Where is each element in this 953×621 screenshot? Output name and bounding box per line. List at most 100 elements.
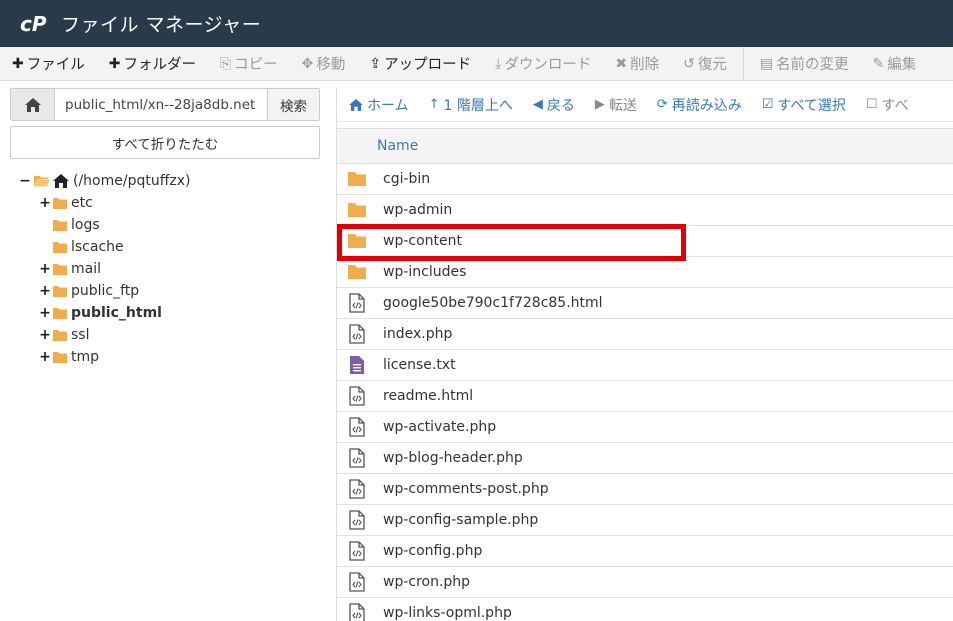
tree-item[interactable]: + public_html [18,302,318,324]
tree-item[interactable]: + etc [18,192,318,214]
toolbar-button-label: アップロード [384,57,472,73]
delete-icon: ✖ [615,55,628,72]
move-icon: ✥ [301,55,314,72]
toolbar-button-label: ファイル [26,57,85,73]
tree-item[interactable]: + tmp [18,346,318,368]
toolbar-button-label: フォルダー [123,57,196,73]
toolbar-button-5[interactable]: ⤓ ダウンロード [483,47,603,80]
pencil-icon: ✎ [872,55,885,72]
folder-icon [53,351,67,363]
folder-tree: − (/home/pqtuffzx) + etc logs lscache + mail +… [18,170,318,368]
table-row[interactable]: wp-config-sample.php [337,505,953,536]
toolbar-button-label: 名前の変更 [776,57,849,73]
nav-reload-button[interactable]: ⟳ 再読み込み [647,88,752,121]
nav-back-button[interactable]: ◀ 戻る [523,88,585,121]
toolbar-button-1[interactable]: ✚ フォルダー [97,47,208,80]
path-bar: 検索 [10,88,320,121]
home-icon [24,97,41,112]
toolbar-button-label: 復元 [697,57,727,73]
tree-item-label: mail [71,261,101,277]
code-file-icon [349,386,365,406]
home-icon [349,98,363,111]
file-icon-cell [347,572,367,592]
path-input[interactable] [55,89,267,120]
toolbar-button-2[interactable]: ⎘ コピー [208,47,290,80]
highlight-box [337,224,686,261]
toolbar-button-9[interactable]: ✎ 編集 [861,47,929,80]
tree-item-label: public_html [71,305,162,321]
table-row[interactable]: wp-comments-post.php [337,474,953,505]
table-row[interactable]: wp-blog-header.php [337,443,953,474]
tree-root[interactable]: − (/home/pqtuffzx) [18,170,318,192]
toolbar-button-3[interactable]: ✥ 移動 [290,47,358,80]
table-row[interactable]: cgi-bin [337,164,953,195]
file-icon-cell [347,603,367,621]
arrow-left-icon: ◀ [532,97,543,112]
toolbar-button-label: コピー [234,57,278,73]
expand-toggle-icon[interactable]: + [38,305,52,321]
upload-icon: ⇪ [369,55,382,72]
table-row[interactable]: license.txt [337,350,953,381]
nav-up-button[interactable]: ↑ 1 階層上へ [419,88,523,121]
table-row[interactable]: readme.html [337,381,953,412]
file-name: wp-config.php [383,543,483,559]
table-row[interactable]: wp-config.php [337,536,953,567]
tree-item[interactable]: + ssl [18,324,318,346]
nav-select-all-button[interactable]: ☑ すべて選択 [752,88,856,121]
path-search-button[interactable]: 検索 [267,89,319,120]
toolbar-button-6[interactable]: ✖ 削除 [603,47,671,80]
table-row[interactable]: wp-cron.php [337,567,953,598]
tree-item-label: lscache [71,239,124,255]
collapse-toggle-icon[interactable]: − [18,173,32,189]
code-file-icon [349,293,365,313]
copy-icon: ⎘ [219,55,232,72]
file-name: license.txt [383,357,456,373]
table-row[interactable]: wp-admin [337,195,953,226]
square-icon: ☐ [865,97,878,112]
expand-toggle-icon[interactable]: + [38,195,52,211]
file-icon-cell [347,448,367,468]
file-icon-cell [347,541,367,561]
toolbar-button-label: 移動 [316,57,346,73]
file-icon-cell [347,200,367,220]
table-row[interactable]: index.php [337,319,953,350]
tree-item[interactable]: logs [18,214,318,236]
file-table: Name cgi-bin wp-admin wp-content wp-include… [337,128,953,621]
toolbar-button-label: ダウンロード [504,57,592,73]
code-file-icon [349,572,365,592]
file-name: wp-cron.php [383,574,471,590]
toolbar-separator [742,47,744,80]
expand-toggle-icon[interactable]: + [38,261,52,277]
tree-item[interactable]: + public_ftp [18,280,318,302]
table-row[interactable]: google50be790c1f728c85.html [337,288,953,319]
expand-toggle-icon[interactable]: + [38,327,52,343]
table-row[interactable]: wp-activate.php [337,412,953,443]
toolbar-button-8[interactable]: ▤ 名前の変更 [748,47,861,80]
file-name: wp-comments-post.php [383,481,549,497]
collapse-all-button[interactable]: すべて折りたたむ [10,126,320,159]
folder-icon [53,241,67,253]
download-icon: ⤓ [495,55,502,72]
expand-toggle-icon[interactable]: + [38,283,52,299]
expand-toggle-icon[interactable]: + [38,349,52,365]
tree-item[interactable]: lscache [18,236,318,258]
table-row[interactable]: wp-links-opml.php [337,598,953,621]
tree-item[interactable]: + mail [18,258,318,280]
file-icon-cell [347,479,367,499]
toolbar-button-0[interactable]: ✚ ファイル [0,47,97,80]
path-home-button[interactable] [11,89,55,120]
table-row[interactable]: wp-includes [337,257,953,288]
nav-up-label: 1 階層上へ [443,97,513,114]
nav-forward-button[interactable]: ▶ 転送 [585,88,647,121]
column-header-name[interactable]: Name [377,138,418,154]
file-icon: ▤ [759,55,774,72]
nav-home-button[interactable]: ホーム [337,88,419,121]
code-file-icon [349,510,365,530]
code-file-icon [349,417,365,437]
toolbar-button-7[interactable]: ↺ 復元 [671,47,739,80]
file-icon-cell [347,324,367,344]
toolbar-button-4[interactable]: ⇪ アップロード [357,47,483,80]
file-icon-cell [347,510,367,530]
nav-deselect-all-button[interactable]: ☐ すべ [856,88,919,121]
nav-select-all-label: すべて選択 [777,97,846,114]
